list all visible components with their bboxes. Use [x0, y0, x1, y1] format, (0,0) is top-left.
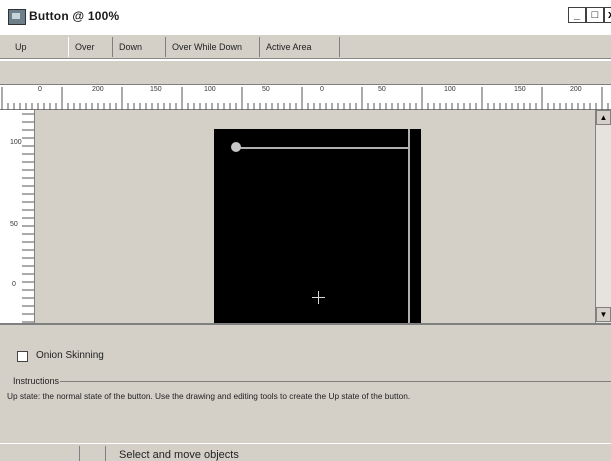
horizontal-ruler[interactable]: 0 200 150 100 50 0 50 100 150 200	[0, 84, 611, 110]
window-title: Button @ 100%	[29, 9, 120, 23]
origin-handle[interactable]	[231, 142, 241, 152]
tab-divider	[0, 58, 611, 61]
status-message: Select and move objects	[119, 449, 239, 461]
ruler-label: 50	[378, 86, 386, 93]
ruler-label: 200	[570, 86, 582, 93]
ruler-label: 150	[150, 86, 162, 93]
vertical-ruler[interactable]: 100 50 0	[0, 110, 35, 323]
horizontal-guide[interactable]	[237, 147, 409, 149]
close-button[interactable]: x	[604, 7, 611, 23]
scroll-up-arrow-icon[interactable]: ▲	[596, 110, 611, 125]
tab-down[interactable]: Down	[113, 37, 166, 57]
vertical-scrollbar[interactable]: ▲ ▼	[595, 110, 611, 323]
onion-skinning-label: Onion Skinning	[36, 350, 104, 361]
maximize-button[interactable]: □	[586, 7, 604, 23]
ruler-label: 100	[204, 86, 216, 93]
ruler-label: 0	[38, 86, 42, 93]
ruler-label: 100	[10, 139, 22, 146]
status-divider	[79, 446, 80, 461]
ruler-label: 0	[12, 281, 16, 288]
scroll-down-arrow-icon[interactable]: ▼	[596, 307, 611, 322]
onion-skinning-checkbox[interactable]	[17, 351, 28, 362]
ruler-label: 50	[10, 221, 18, 228]
title-bar[interactable]: Button @ 100% _ □ x	[0, 0, 611, 35]
ruler-label: 150	[514, 86, 526, 93]
minimize-button[interactable]: _	[568, 7, 586, 23]
ruler-label: 0	[320, 86, 324, 93]
canvas-bottom-border	[0, 323, 611, 325]
tab-active-area[interactable]: Active Area	[260, 37, 340, 57]
status-divider	[105, 446, 106, 461]
instructions-legend: Instructions	[12, 376, 61, 386]
crosshair-cursor-icon	[312, 291, 325, 304]
ruler-label: 200	[92, 86, 104, 93]
vertical-guide[interactable]	[408, 129, 410, 323]
tab-over-while-down[interactable]: Over While Down	[166, 37, 260, 57]
instructions-text: Up state: the normal state of the button…	[7, 391, 411, 401]
tab-over[interactable]: Over	[68, 37, 113, 57]
tab-up[interactable]: Up	[9, 37, 66, 57]
ruler-label: 50	[262, 86, 270, 93]
ruler-label: 100	[444, 86, 456, 93]
app-icon	[8, 9, 26, 25]
status-bar: Select and move objects	[0, 443, 611, 461]
button-editor-window: Button @ 100% _ □ x Up Over Down Over Wh…	[0, 0, 611, 461]
